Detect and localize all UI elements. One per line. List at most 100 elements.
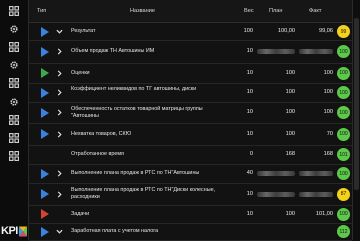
row-name: Результат xyxy=(71,28,96,34)
table-row[interactable]: Выполнение плана продаж в РТС по ТН"Диск… xyxy=(29,183,352,206)
sidebar: KPI xyxy=(0,0,29,240)
score-badge: 87 xyxy=(337,187,350,201)
status-triangle-icon xyxy=(41,189,49,199)
row-name: Выполнение плана продаж в РТС по ТН"Диск… xyxy=(71,187,216,200)
row-weight: 100 xyxy=(243,28,253,34)
chevron-right-icon[interactable] xyxy=(56,89,63,96)
grid-icon[interactable] xyxy=(9,6,19,16)
row-weight: 40 xyxy=(246,170,253,176)
redacted-value xyxy=(299,191,333,197)
chevron-down-icon[interactable] xyxy=(56,28,63,35)
score-badge: 100 xyxy=(337,45,350,58)
status-triangle-icon xyxy=(41,68,49,78)
row-weight: 10 xyxy=(246,190,253,197)
kpi-logo: KPI xyxy=(1,224,27,238)
row-weight: 0 xyxy=(249,151,253,157)
row-plan: 100 xyxy=(285,109,295,115)
status-triangle-icon xyxy=(41,226,49,237)
row-plan: 100 xyxy=(285,130,295,137)
table-row[interactable]: Коэффициент неликвидов по ТГ автошины, д… xyxy=(29,83,352,103)
column-header-plan[interactable]: План xyxy=(269,8,283,14)
row-name: Выполнение плана продаж в РТС по ТН"Авто… xyxy=(71,170,200,176)
redacted-value xyxy=(257,49,295,54)
row-name: Коэффициент неликвидов по ТГ автошины, д… xyxy=(71,85,197,92)
row-name: Нехватка товаров, СКЮ xyxy=(71,130,132,137)
row-name: Оценки xyxy=(71,69,90,76)
table-row[interactable]: Обеспеченность остатков товарной матрицы… xyxy=(29,102,352,124)
score-badge: 100 xyxy=(337,167,350,180)
row-weight: 10 xyxy=(246,89,253,95)
table-row[interactable]: Нехватка товаров, СКЮ 10 100 70 100 xyxy=(29,123,352,146)
grid-icon[interactable] xyxy=(9,115,19,125)
score-badge: 112 xyxy=(337,225,350,238)
score-badge: 100 xyxy=(337,127,350,141)
redacted-value xyxy=(257,171,295,176)
gear-icon[interactable] xyxy=(9,24,19,34)
chevron-right-icon[interactable] xyxy=(56,48,63,55)
row-plan: 100 xyxy=(285,69,295,76)
row-plan: 100 xyxy=(285,89,295,95)
grid-icon[interactable] xyxy=(9,151,19,161)
chevron-right-icon[interactable] xyxy=(56,190,63,198)
grid-icon[interactable] xyxy=(9,78,19,88)
status-triangle-icon xyxy=(41,26,49,37)
grid-icon[interactable] xyxy=(9,42,19,52)
table-row[interactable]: Оценки 10 100 100 100 xyxy=(29,63,352,84)
score-badge: 101 xyxy=(337,148,350,161)
vertical-scrollbar[interactable] xyxy=(352,0,360,240)
row-fact: 70 xyxy=(326,130,333,137)
gear-icon[interactable] xyxy=(9,97,19,107)
row-weight: 10 xyxy=(246,130,253,137)
row-name: Отработанное время xyxy=(71,151,124,157)
row-fact: 100 xyxy=(323,109,333,115)
score-badge: 100 xyxy=(337,86,350,99)
row-fact: 100 xyxy=(323,69,333,76)
table-header: Тип Название Вес План Факт xyxy=(29,0,352,23)
row-fact: 99,06 xyxy=(319,28,333,34)
grid-icon[interactable] xyxy=(9,133,19,143)
logo-text: KPI xyxy=(1,225,18,237)
row-name: Обеспеченность остатков товарной матрицы… xyxy=(71,105,203,119)
chevron-right-icon[interactable] xyxy=(56,170,63,177)
row-weight: 10 xyxy=(246,210,253,217)
table-row[interactable]: Отработанное время 0 168 168 101 xyxy=(29,145,352,165)
chevron-right-icon[interactable] xyxy=(56,69,63,77)
scrollbar-thumb[interactable] xyxy=(354,18,359,190)
logo-mark-icon xyxy=(18,226,27,236)
row-fact: 101,00 xyxy=(315,210,333,217)
chevron-right-icon[interactable] xyxy=(56,109,63,116)
score-badge: 100 xyxy=(337,207,350,221)
row-plan: 100,00 xyxy=(277,28,295,34)
column-header-name[interactable]: Название xyxy=(130,8,155,14)
table-row[interactable]: Задачи 10 100 101,00 100 xyxy=(29,205,352,224)
gear-icon[interactable] xyxy=(9,60,19,70)
row-plan: 100 xyxy=(285,210,295,217)
score-badge: 100 xyxy=(337,106,350,119)
row-fact: 100 xyxy=(323,89,333,95)
row-plan: 168 xyxy=(285,151,295,157)
table-row[interactable]: Заработная плата с учетом налога 112 xyxy=(29,223,352,241)
column-header-weight[interactable]: Вес xyxy=(244,8,254,14)
status-triangle-icon xyxy=(41,87,49,98)
status-triangle-icon xyxy=(41,46,49,57)
row-name: Заработная плата с учетом налога xyxy=(71,228,159,234)
redacted-value xyxy=(299,171,333,176)
table-row[interactable]: Объем продаж ТН Автошины ИМ 10 100 xyxy=(29,40,352,64)
row-fact: 168 xyxy=(323,151,333,157)
score-badge: 99 xyxy=(337,25,350,38)
status-triangle-icon xyxy=(41,209,49,219)
redacted-value xyxy=(257,191,295,197)
table-row[interactable]: Выполнение плана продаж в РТС по ТН"Авто… xyxy=(29,164,352,184)
column-header-type[interactable]: Тип xyxy=(37,8,46,14)
table-row[interactable]: Результат 100 100,00 99,06 99 xyxy=(29,23,352,41)
redacted-value xyxy=(299,49,333,54)
row-name: Объем продаж ТН Автошины ИМ xyxy=(71,48,155,54)
status-triangle-icon xyxy=(41,107,49,118)
column-header-fact[interactable]: Факт xyxy=(309,8,321,14)
chevron-right-icon[interactable] xyxy=(56,130,63,138)
status-triangle-icon xyxy=(41,168,49,179)
kpi-table: Тип Название Вес План Факт Результат 100 1… xyxy=(29,0,352,241)
row-name: Задачи xyxy=(71,210,90,217)
status-triangle-icon xyxy=(41,129,49,139)
chevron-down-icon[interactable] xyxy=(56,228,63,235)
